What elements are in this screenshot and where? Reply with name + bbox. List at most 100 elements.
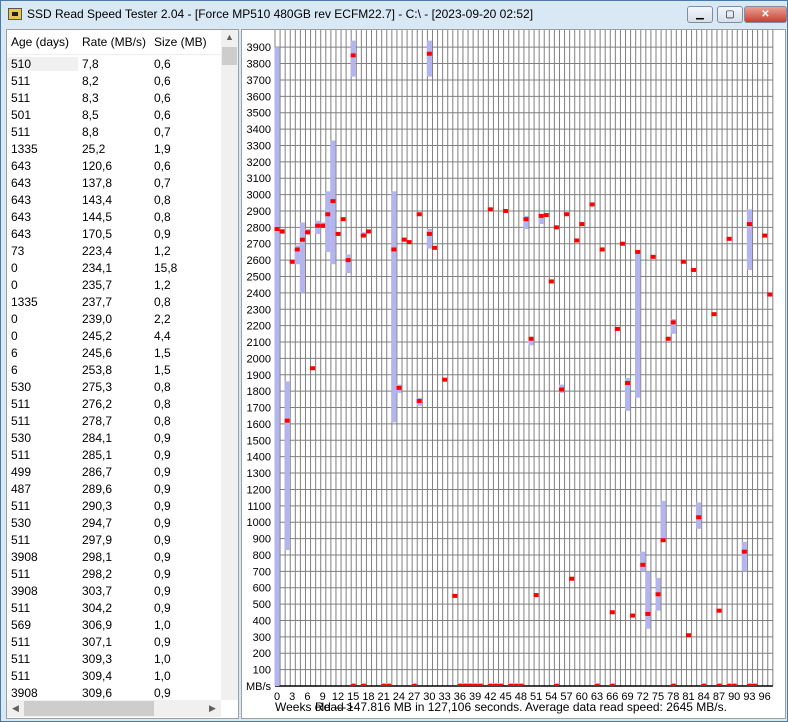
maximize-button[interactable]: ▢ — [717, 6, 743, 23]
table-row[interactable]: 643 120,6 0,6 — [7, 157, 238, 174]
cell-size: 0,6 — [154, 158, 171, 173]
table-row[interactable]: 530 294,7 0,9 — [7, 514, 238, 531]
vertical-scrollbar[interactable]: ▲ — [221, 30, 238, 700]
data-point — [284, 418, 290, 423]
data-point — [746, 222, 752, 227]
scroll-up-icon[interactable]: ▲ — [221, 32, 238, 42]
cell-age: 643 — [11, 175, 32, 190]
table-row[interactable]: 511 304,2 0,9 — [7, 599, 238, 616]
data-point — [716, 608, 722, 613]
cell-rate: 8,2 — [82, 73, 99, 88]
cell-size: 1,5 — [154, 345, 171, 360]
data-point — [442, 377, 448, 382]
table-row[interactable]: 73 223,4 1,2 — [7, 242, 238, 259]
zero-point — [360, 684, 366, 686]
table-row[interactable]: 0 234,1 15,8 — [7, 259, 238, 276]
table-row[interactable]: 511 285,1 0,9 — [7, 446, 238, 463]
table-row[interactable]: 530 275,3 0,8 — [7, 378, 238, 395]
table-row[interactable]: 487 289,6 0,9 — [7, 480, 238, 497]
data-point — [711, 312, 717, 317]
data-point — [640, 562, 646, 567]
table-row[interactable]: 511 298,2 0,9 — [7, 565, 238, 582]
data-point — [558, 387, 564, 392]
minimize-button[interactable]: ▁ — [687, 6, 713, 23]
y-tick-label: 1900 — [247, 370, 271, 382]
zero-point — [477, 684, 483, 686]
table-row[interactable]: 511 278,7 0,8 — [7, 412, 238, 429]
data-point — [335, 231, 341, 236]
y-tick-label: 1000 — [247, 517, 271, 529]
cell-rate: 25,2 — [82, 141, 106, 156]
cell-rate: 286,7 — [82, 464, 113, 479]
cell-rate: 307,1 — [82, 634, 113, 649]
horizontal-scrollbar[interactable]: ◀ ▶ — [7, 700, 221, 717]
y-tick-label: 600 — [253, 583, 271, 595]
table-row[interactable]: 499 286,7 0,9 — [7, 463, 238, 480]
data-point — [696, 515, 702, 520]
table-row[interactable]: 530 284,1 0,9 — [7, 429, 238, 446]
table-row[interactable]: 511 8,3 0,6 — [7, 89, 238, 106]
data-point — [599, 247, 605, 252]
table-row[interactable]: 511 8,8 0,7 — [7, 123, 238, 140]
table-row[interactable]: 511 290,3 0,9 — [7, 497, 238, 514]
y-tick-label: 700 — [253, 566, 271, 578]
cell-size: 1,2 — [154, 277, 171, 292]
y-tick-label: 3400 — [247, 124, 271, 136]
column-header-size[interactable]: Size (MB) — [150, 35, 216, 49]
cell-age: 487 — [11, 481, 32, 496]
table-row[interactable]: 511 276,2 0,8 — [7, 395, 238, 412]
table-row[interactable]: 643 143,4 0,8 — [7, 191, 238, 208]
cell-age: 530 — [11, 515, 32, 530]
table-row[interactable]: 510 7,8 0,6 — [7, 55, 238, 72]
table-row[interactable]: 511 297,9 0,9 — [7, 531, 238, 548]
table-row[interactable]: 0 239,0 2,2 — [7, 310, 238, 327]
data-point — [299, 237, 305, 242]
table-row[interactable]: 6 253,8 1,5 — [7, 361, 238, 378]
table-row[interactable]: 643 170,5 0,9 — [7, 225, 238, 242]
table-row[interactable]: 643 144,5 0,8 — [7, 208, 238, 225]
table-row[interactable]: 3908 309,6 0,9 — [7, 684, 238, 701]
y-tick-label: 2200 — [247, 321, 271, 333]
table-row[interactable]: 511 309,4 1,0 — [7, 667, 238, 684]
cell-age: 511 — [11, 73, 31, 88]
data-point — [655, 592, 661, 597]
cell-size: 0,6 — [154, 73, 171, 88]
cell-age: 511 — [11, 532, 31, 547]
scroll-thumb[interactable] — [222, 47, 237, 65]
y-tick-label: 3000 — [247, 190, 271, 202]
table-row[interactable]: 511 8,2 0,6 — [7, 72, 238, 89]
column-header-age[interactable]: Age (days) — [7, 35, 78, 49]
scroll-right-icon[interactable]: ▶ — [204, 703, 221, 714]
cell-size: 0,9 — [154, 549, 171, 564]
cell-rate: 8,8 — [82, 124, 99, 139]
table-row[interactable]: 501 8,5 0,6 — [7, 106, 238, 123]
data-point — [553, 225, 559, 230]
file-list[interactable]: Age (days) Rate (MB/s) Size (MB) 510 7,8 0… — [6, 29, 239, 719]
table-row[interactable]: 0 245,2 4,4 — [7, 327, 238, 344]
table-row[interactable]: 569 306,9 1,0 — [7, 616, 238, 633]
cell-rate: 289,6 — [82, 481, 113, 496]
column-header-rate[interactable]: Rate (MB/s) — [78, 35, 150, 49]
scroll-thumb[interactable] — [24, 701, 154, 716]
data-point — [528, 336, 534, 341]
speed-chart: MB/s 100 200 300 400 500 600 700 800 900 1000 1100 1… — [241, 29, 786, 719]
scroll-left-icon[interactable]: ◀ — [7, 703, 24, 714]
range-bar — [426, 40, 432, 77]
table-row[interactable]: 1335 25,2 1,9 — [7, 140, 238, 157]
table-row[interactable]: 0 235,7 1,2 — [7, 276, 238, 293]
close-button[interactable]: ✕ — [744, 6, 787, 23]
cell-rate: 144,5 — [82, 209, 113, 224]
cell-rate: 8,5 — [82, 107, 99, 122]
list-rows: 510 7,8 0,6 511 8,2 0,6 511 8,3 0,6 501 8,5 0,6 511 8… — [7, 55, 238, 701]
table-row[interactable]: 6 245,6 1,5 — [7, 344, 238, 361]
table-row[interactable]: 3908 303,7 0,9 — [7, 582, 238, 599]
cell-size: 0,9 — [154, 226, 171, 241]
cell-rate: 245,2 — [82, 328, 113, 343]
table-row[interactable]: 511 309,3 1,0 — [7, 650, 238, 667]
data-point — [487, 207, 493, 212]
read-summary: Read 147.816 MB in 127,106 seconds. — [315, 700, 523, 714]
table-row[interactable]: 1335 237,7 0,8 — [7, 293, 238, 310]
table-row[interactable]: 3908 298,1 0,9 — [7, 548, 238, 565]
table-row[interactable]: 643 137,8 0,7 — [7, 174, 238, 191]
table-row[interactable]: 511 307,1 0,9 — [7, 633, 238, 650]
